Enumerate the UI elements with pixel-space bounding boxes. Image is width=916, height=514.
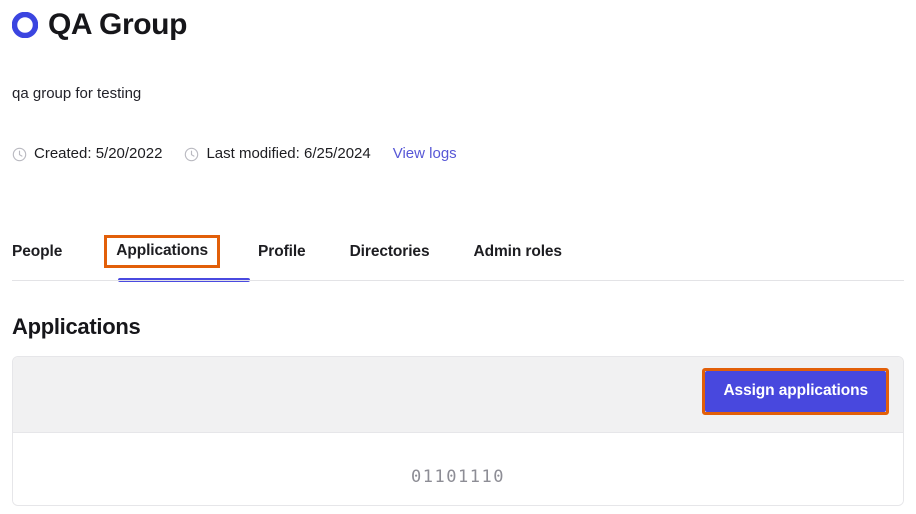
tab-bar: People Applications Profile Directories … [12, 235, 904, 284]
page-title: QA Group [48, 8, 188, 41]
view-logs-link[interactable]: View logs [393, 144, 457, 164]
tab-strip: People Applications Profile Directories … [12, 235, 562, 278]
created-text: Created: 5/20/2022 [34, 145, 163, 162]
applications-card-toolbar: Assign applications [13, 357, 903, 433]
clock-icon [184, 147, 199, 162]
tab-admin-roles[interactable]: Admin roles [473, 236, 562, 261]
tab-people[interactable]: People [12, 236, 62, 261]
tab-directories[interactable]: Directories [350, 236, 430, 261]
created-meta: Created: 5/20/2022 [12, 144, 162, 164]
section-heading: Applications [12, 314, 141, 339]
applications-card: Assign applications 01101110 [12, 356, 904, 506]
last-modified-text: Last modified: 6/25/2024 [206, 145, 371, 162]
clock-icon [12, 147, 27, 162]
binary-placeholder-text: 01101110 [411, 467, 505, 487]
last-modified-meta: Last modified: 6/25/2024 [184, 144, 371, 164]
tab-divider [12, 280, 904, 281]
group-description: qa group for testing [12, 85, 142, 102]
tab-applications[interactable]: Applications [104, 235, 221, 268]
tab-profile[interactable]: Profile [258, 236, 306, 261]
applications-card-body: 01101110 [13, 433, 903, 505]
group-ring-icon [12, 12, 38, 38]
page-header: QA Group [12, 8, 187, 42]
assign-applications-button[interactable]: Assign applications [705, 371, 886, 412]
metadata-row: Created: 5/20/2022 Last modified: 6/25/2… [12, 142, 457, 166]
assign-applications-highlight: Assign applications [702, 368, 889, 415]
